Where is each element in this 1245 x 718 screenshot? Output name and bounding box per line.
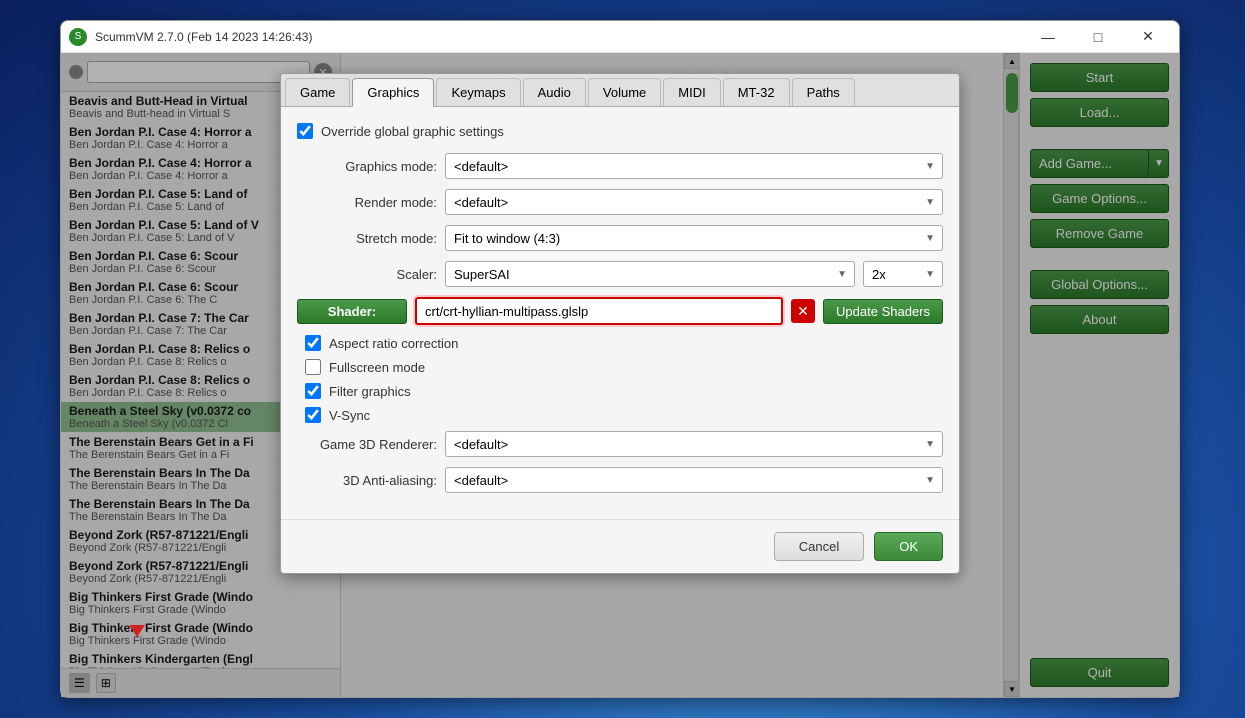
main-window: S ScummVM 2.7.0 (Feb 14 2023 14:26:43) —… [60,20,1180,698]
maximize-button[interactable]: □ [1075,21,1121,53]
scaler-select[interactable]: SuperSAI [445,261,855,287]
vsync-row: V-Sync [297,407,943,423]
game-3d-renderer-row: Game 3D Renderer: <default> [297,431,943,457]
shader-button[interactable]: Shader: [297,299,407,324]
app-icon: S [69,28,87,46]
tab-keymaps[interactable]: Keymaps [436,78,520,106]
update-shaders-button[interactable]: Update Shaders [823,299,943,324]
game-3d-renderer-select[interactable]: <default> [445,431,943,457]
tab-mt32[interactable]: MT-32 [723,78,790,106]
aspect-ratio-row: Aspect ratio correction [297,335,943,351]
game-settings-dialog: Game Graphics Keymaps Audio Volume [280,73,960,574]
anti-aliasing-select[interactable]: <default> [445,467,943,493]
graphics-mode-row: Graphics mode: <default> [297,153,943,179]
content-area: ScummVM ✕ Beavis and Butt-Head in Virtua… [61,53,1179,697]
render-mode-select-wrapper: <default> [445,189,943,215]
fullscreen-label: Fullscreen mode [329,360,425,375]
tab-graphics[interactable]: Graphics [352,78,434,107]
scaler-row: Scaler: SuperSAI 2x [297,261,943,287]
tab-volume[interactable]: Volume [588,78,661,106]
anti-aliasing-row: 3D Anti-aliasing: <default> [297,467,943,493]
render-mode-label: Render mode: [297,195,437,210]
fullscreen-checkbox[interactable] [305,359,321,375]
graphics-mode-select-wrapper: <default> [445,153,943,179]
override-checkbox[interactable] [297,123,313,139]
vsync-checkbox[interactable] [305,407,321,423]
close-button[interactable]: ✕ [1125,21,1171,53]
window-title: ScummVM 2.7.0 (Feb 14 2023 14:26:43) [95,30,1025,44]
window-controls: — □ ✕ [1025,21,1171,53]
override-row: Override global graphic settings [297,123,943,139]
filter-graphics-label: Filter graphics [329,384,411,399]
scaler-select-wrapper: SuperSAI [445,261,855,287]
vsync-label: V-Sync [329,408,370,423]
aspect-ratio-checkbox[interactable] [305,335,321,351]
stretch-mode-label: Stretch mode: [297,231,437,246]
stretch-mode-select[interactable]: Fit to window (4:3) [445,225,943,251]
graphics-mode-select[interactable]: <default> [445,153,943,179]
anti-aliasing-select-wrapper: <default> [445,467,943,493]
aspect-ratio-label: Aspect ratio correction [329,336,458,351]
dialog-tabs: Game Graphics Keymaps Audio Volume [281,74,959,107]
shader-row: Shader: crt/crt-hyllian-multipass.glslp … [297,297,943,325]
tab-paths[interactable]: Paths [792,78,855,106]
tab-midi[interactable]: MIDI [663,78,720,106]
filter-graphics-row: Filter graphics [297,383,943,399]
cancel-button[interactable]: Cancel [774,532,864,561]
game-3d-renderer-label: Game 3D Renderer: [297,437,437,452]
stretch-mode-select-wrapper: Fit to window (4:3) [445,225,943,251]
shader-value: crt/crt-hyllian-multipass.glslp [425,304,588,319]
graphics-mode-label: Graphics mode: [297,159,437,174]
render-mode-row: Render mode: <default> [297,189,943,215]
scaler-multiplier-select[interactable]: 2x [863,261,943,287]
override-label: Override global graphic settings [321,124,504,139]
dialog-overlay: Game Graphics Keymaps Audio Volume [61,53,1179,697]
filter-graphics-checkbox[interactable] [305,383,321,399]
tab-game[interactable]: Game [285,78,350,106]
scaler-multiplier-wrapper: 2x [863,261,943,287]
fullscreen-row: Fullscreen mode [297,359,943,375]
title-bar: S ScummVM 2.7.0 (Feb 14 2023 14:26:43) —… [61,21,1179,53]
minimize-button[interactable]: — [1025,21,1071,53]
game-3d-renderer-select-wrapper: <default> [445,431,943,457]
dialog-footer: Cancel OK [281,519,959,573]
tab-audio[interactable]: Audio [523,78,586,106]
scaler-label: Scaler: [297,267,437,282]
ok-button[interactable]: OK [874,532,943,561]
shader-input[interactable]: crt/crt-hyllian-multipass.glslp [415,297,783,325]
stretch-mode-row: Stretch mode: Fit to window (4:3) [297,225,943,251]
render-mode-select[interactable]: <default> [445,189,943,215]
cursor-arrow [129,625,145,637]
anti-aliasing-label: 3D Anti-aliasing: [297,473,437,488]
shader-clear-button[interactable]: ✕ [791,299,815,323]
dialog-body: Override global graphic settings Graphic… [281,107,959,519]
